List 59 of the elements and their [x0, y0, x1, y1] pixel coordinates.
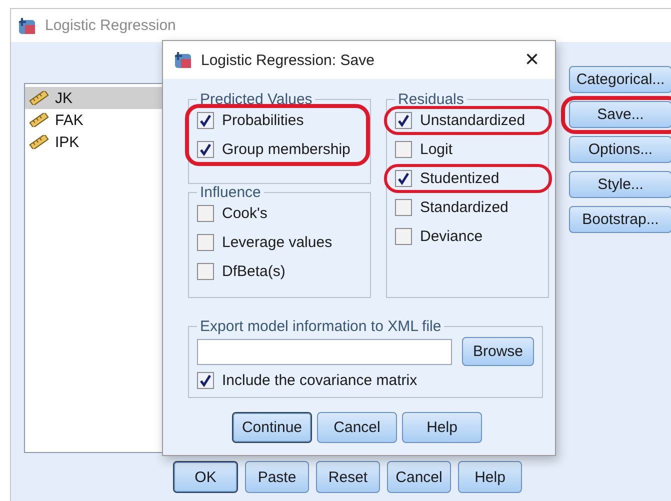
browse-button[interactable]: Browse	[462, 337, 534, 366]
checkbox-option[interactable]: Studentized	[395, 168, 542, 189]
checkbox-option[interactable]: Include the covariance matrix	[197, 370, 534, 391]
group-title: Export model information to XML file	[199, 318, 442, 335]
checkbox[interactable]	[395, 141, 412, 158]
ruler-icon	[29, 135, 49, 149]
checkbox[interactable]	[197, 141, 214, 158]
ruler-icon	[29, 91, 49, 105]
action-button[interactable]: Reset	[316, 461, 380, 493]
window-title: Logistic Regression	[45, 17, 176, 34]
group-title: Influence	[199, 184, 262, 201]
checkbox[interactable]	[197, 372, 214, 389]
dialog-button[interactable]: Save...	[569, 101, 671, 128]
checkbox-option[interactable]: Standardized	[395, 197, 542, 218]
ruler-icon	[29, 113, 49, 127]
dialog-button[interactable]: Bootstrap...	[569, 206, 671, 233]
variable-item[interactable]: IPK	[25, 131, 169, 153]
dialog-title: Logistic Regression: Save	[201, 52, 374, 68]
dialog-button[interactable]: Categorical...	[569, 66, 671, 93]
action-button[interactable]: Help	[458, 461, 522, 493]
variable-name: IPK	[55, 134, 80, 150]
checkbox[interactable]	[197, 234, 214, 251]
checkbox[interactable]	[395, 112, 412, 129]
dialog-button[interactable]: Style...	[569, 171, 671, 198]
app-icon	[17, 16, 37, 36]
checkmark-icon	[199, 143, 212, 156]
checkbox[interactable]	[197, 112, 214, 129]
checkbox[interactable]	[395, 228, 412, 245]
checkmark-icon	[199, 114, 212, 127]
checkbox[interactable]	[395, 199, 412, 216]
group-title: Predicted Values	[199, 91, 314, 108]
checkbox-option[interactable]: Deviance	[395, 226, 542, 247]
action-button[interactable]: Help	[402, 412, 482, 443]
action-button[interactable]: Cancel	[387, 461, 451, 493]
app-icon	[173, 50, 193, 70]
variable-name: JK	[55, 90, 73, 106]
checkmark-icon	[199, 374, 212, 387]
action-button[interactable]: Paste	[245, 461, 309, 493]
checkbox-option[interactable]: Probabilities	[197, 110, 364, 131]
checkbox-option[interactable]: Logit	[395, 139, 542, 160]
checkbox[interactable]	[197, 205, 214, 222]
action-button[interactable]: Continue	[232, 412, 312, 443]
close-button[interactable]: ×	[517, 45, 547, 75]
checkmark-icon	[397, 172, 410, 185]
dialog-button[interactable]: Options...	[569, 136, 671, 163]
file-path-field[interactable]	[197, 338, 452, 364]
checkbox-option[interactable]: Cook's	[197, 203, 364, 224]
variable-name: FAK	[55, 112, 84, 128]
action-button[interactable]: OK	[173, 461, 238, 493]
checkbox-option[interactable]: DfBeta(s)	[197, 261, 364, 282]
checkbox-option[interactable]: Group membership	[197, 139, 364, 160]
checkmark-icon	[397, 114, 410, 127]
variable-item[interactable]: FAK	[25, 109, 169, 131]
checkbox[interactable]	[197, 263, 214, 280]
checkbox-option[interactable]: Leverage values	[197, 232, 364, 253]
checkbox-option[interactable]: Unstandardized	[395, 110, 542, 131]
group-title: Residuals	[397, 91, 465, 108]
checkbox[interactable]	[395, 170, 412, 187]
action-button[interactable]: Cancel	[317, 412, 397, 443]
